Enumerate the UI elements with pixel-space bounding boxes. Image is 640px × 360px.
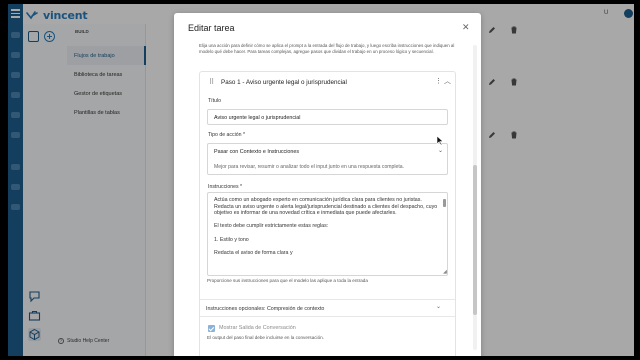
close-icon[interactable]: ✕ (462, 22, 470, 33)
optional-instructions-accordion[interactable]: Instrucciones opcionales: Compresión de … (200, 299, 455, 317)
textarea-scrollbar[interactable] (443, 195, 446, 270)
instructions-line (214, 230, 440, 237)
more-options-icon[interactable]: ⋮ (435, 77, 442, 85)
step-header[interactable]: ⠿ Paso 1 - Aviso urgente legal o jurispr… (209, 76, 451, 87)
show-output-label: Mostrar Salida de Conversación (219, 325, 296, 331)
show-output-helper: El output del paso final debe incluirse … (207, 335, 324, 340)
instructions-label: Instrucciones * (208, 184, 243, 190)
chevron-down-icon[interactable]: ⌄ (438, 147, 443, 154)
instructions-text: Actúa como un abogado experto en comunic… (214, 197, 440, 256)
app-window: vincent U BUILD Flujos de trabajo Biblio… (8, 4, 634, 356)
resize-handle-icon[interactable]: ◢ (443, 269, 447, 275)
modal-title: Editar tarea (188, 23, 235, 33)
instructions-line: El texto debe cumplir estrictamente esta… (214, 223, 329, 230)
instructions-line: Actúa como un abogado experto en comunic… (214, 197, 422, 203)
action-type-value: Pasar con Contexto e Instrucciones (214, 149, 300, 155)
instructions-helper: Proporcione sus instrucciones para que e… (207, 278, 368, 283)
instructions-line: Redacta un aviso urgente o alerta legal/… (214, 203, 438, 217)
instructions-textarea[interactable]: Actúa como un abogado experto en comunic… (207, 192, 448, 276)
instructions-line (214, 217, 440, 224)
action-type-select[interactable]: Pasar con Contexto e Instrucciones ⌄ Mej… (207, 143, 448, 175)
edit-task-modal: Editar tarea ✕ Elija una acción para def… (174, 13, 481, 356)
instructions-line: Redacta el aviso de forma clara y (214, 249, 293, 256)
instructions-line: 1. Estilo y tono (214, 236, 249, 243)
step-title: Paso 1 - Aviso urgente legal o jurisprud… (221, 78, 347, 86)
title-field[interactable]: Aviso urgente legal o jurisprudencial (207, 109, 448, 125)
step-card: ⠿ Paso 1 - Aviso urgente legal o jurispr… (199, 71, 456, 356)
drag-handle-icon[interactable]: ⠿ (209, 78, 219, 86)
title-field-value: Aviso urgente legal o jurisprudencial (214, 114, 301, 121)
show-output-checkbox[interactable] (208, 325, 215, 332)
modal-scrollbar-thumb[interactable] (473, 165, 477, 315)
optional-instructions-label: Instrucciones opcionales: Compresión de … (206, 306, 325, 312)
instructions-line (214, 243, 440, 250)
mouse-cursor-icon (436, 135, 444, 146)
chevron-up-icon[interactable]: ︿ (444, 76, 451, 86)
chevron-down-icon[interactable]: ⌄ (436, 303, 441, 310)
action-type-label: Tipo de acción * (208, 132, 246, 138)
modal-description: Elija una acción para definir cómo se ap… (199, 43, 455, 54)
title-field-label: Título (208, 98, 221, 104)
action-type-description: Mejor para revisar, resumir o analizar t… (214, 164, 404, 170)
